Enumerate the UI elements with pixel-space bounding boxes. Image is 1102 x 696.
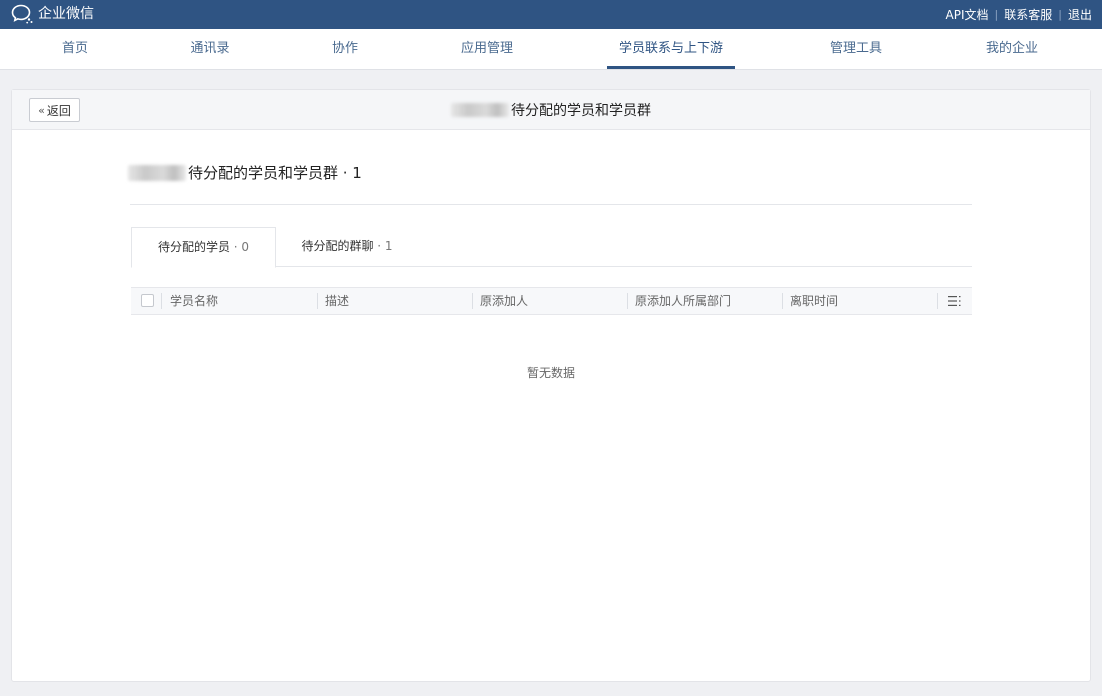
brand-name: 企业微信 [38,6,94,22]
section-heading: 待分配的学员和学员群 · 1 [128,162,362,183]
nav-my-enterprise[interactable]: 我的企业 [986,29,1038,69]
tab-count: · 1 [373,239,393,253]
column-student-name: 学员名称 [170,294,219,308]
back-button-label: 返回 [46,103,71,118]
api-docs-link[interactable]: API文档 [946,6,989,23]
column-resign-time: 离职时间 [790,294,839,308]
nav-home[interactable]: 首页 [62,29,88,69]
separator: | [1058,8,1062,21]
section-heading-text: 待分配的学员和学员群 · 1 [188,164,362,182]
column-description: 描述 [325,294,350,308]
page-title: 待分配的学员和学员群 [12,90,1090,130]
brand[interactable]: 企业微信 [10,3,94,25]
separator: | [994,8,999,21]
column-settings-icon[interactable] [948,295,962,307]
card-header: 待分配的学员和学员群 « 返回 [12,90,1090,130]
content-card: 待分配的学员和学员群 « 返回 待分配的学员和学员群 · 1 待分配的学员 · … [11,89,1091,682]
page-title-text: 待分配的学员和学员群 [511,103,651,119]
main-nav: 首页 通讯录 协作 应用管理 学员联系与上下游 管理工具 我的企业 [0,29,1102,70]
top-bar: 企业微信 API文档 | 联系客服 | 退出 [0,0,1102,29]
back-button[interactable]: « 返回 [29,98,80,122]
nav-management-tools[interactable]: 管理工具 [830,29,882,69]
contact-support-link[interactable]: 联系客服 [1004,6,1052,23]
nav-contacts[interactable]: 通讯录 [190,29,229,69]
redacted-name [128,164,186,181]
column-adder-department: 原添加人所属部门 [635,294,732,308]
wecom-logo-icon [11,4,33,24]
nav-student-contacts[interactable]: 学员联系与上下游 [606,29,736,69]
divider [130,204,972,205]
tab-label: 待分配的群聊 [301,239,374,253]
redacted-name [451,103,509,117]
empty-state: 暂无数据 [526,366,575,380]
double-chevron-left-icon: « [38,103,45,117]
top-links: API文档 | 联系客服 | 退出 [946,0,1092,29]
column-original-adder: 原添加人 [480,294,529,308]
logout-link[interactable]: 退出 [1068,6,1092,23]
tab-unassigned-groups[interactable]: 待分配的群聊 · 1 [291,227,403,267]
column-separator [937,293,938,309]
tab-count: · 0 [229,240,250,254]
nav-app-management[interactable]: 应用管理 [461,29,513,69]
tabs: 待分配的学员 · 0 待分配的群聊 · 1 [131,227,972,268]
table-header: 学员名称 描述 原添加人 原添加人所属部门 离职时间 [131,287,972,315]
tab-unassigned-students[interactable]: 待分配的学员 · 0 [131,227,276,268]
tab-label: 待分配的学员 [157,240,230,254]
nav-collaboration[interactable]: 协作 [332,29,358,69]
select-all-checkbox[interactable] [141,294,154,307]
